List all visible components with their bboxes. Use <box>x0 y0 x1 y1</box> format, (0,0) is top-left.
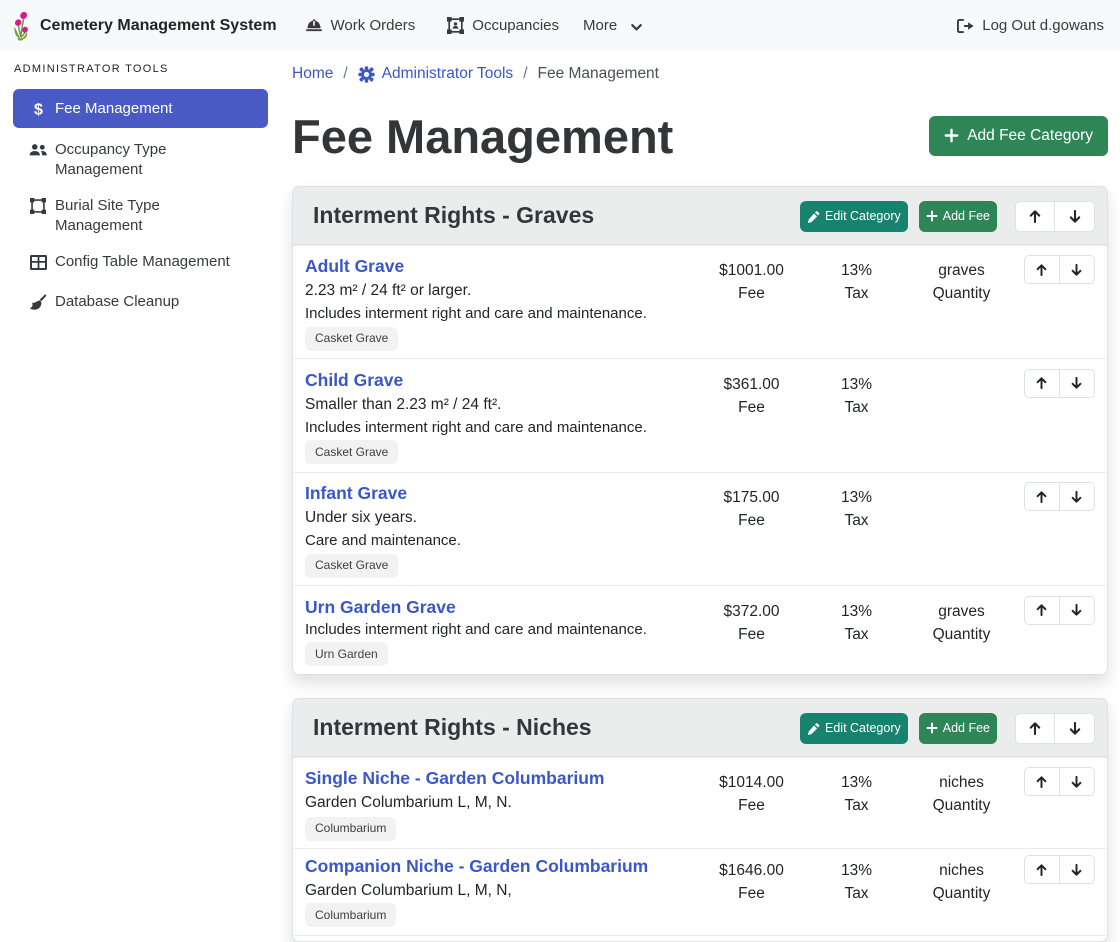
svg-text:$: $ <box>34 101 43 118</box>
